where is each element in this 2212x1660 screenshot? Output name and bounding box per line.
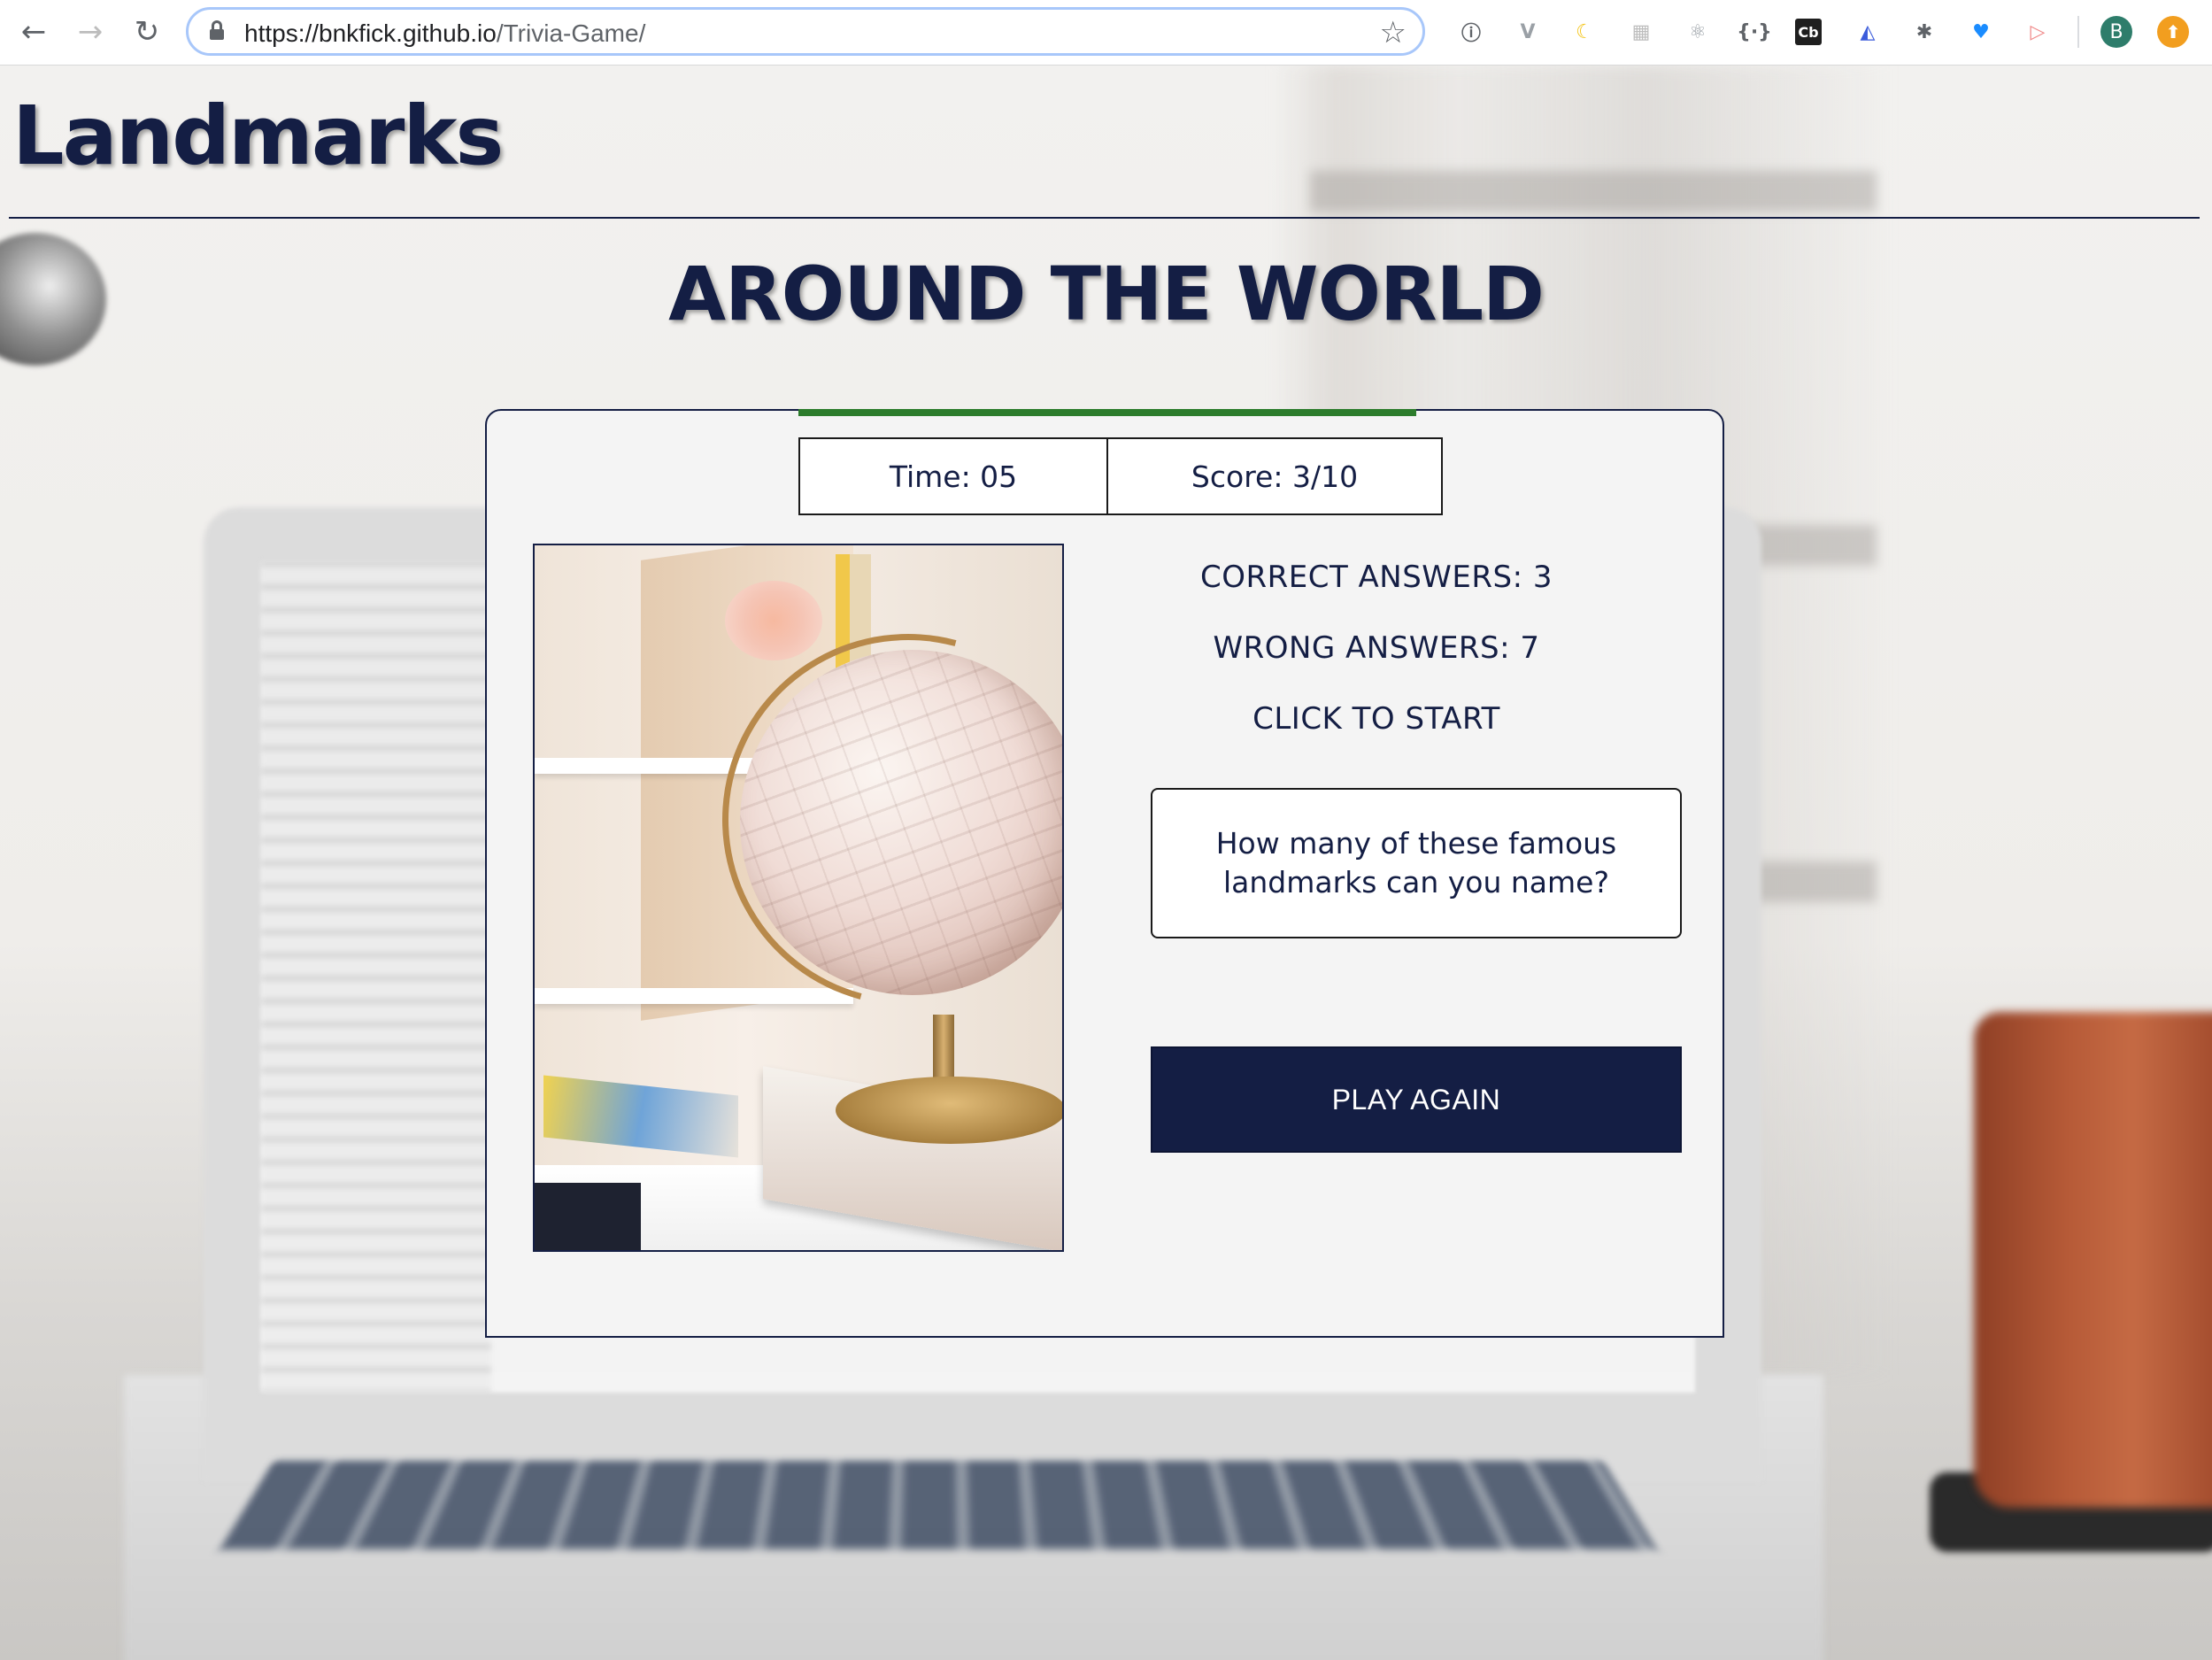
time-display: Time: 05 xyxy=(798,437,1108,515)
vue-devtools-icon[interactable]: V xyxy=(1512,16,1544,48)
header-divider xyxy=(9,217,2200,219)
update-arrow-icon[interactable]: ⬆ xyxy=(2157,16,2189,48)
1password-icon[interactable]: ⓘ xyxy=(1455,16,1487,48)
game-card: Time: 05 Score: 3/10 CORRECT ANSWERS: 3 … xyxy=(485,409,1724,1338)
bug-icon[interactable]: ✱ xyxy=(1908,16,1940,48)
wrong-answers-text: WRONG ANSWERS: 7 xyxy=(1053,630,1699,666)
cb-icon[interactable]: Cb xyxy=(1795,19,1822,45)
bookmark-star-icon[interactable]: ☆ xyxy=(1380,15,1407,50)
profile-avatar[interactable]: B xyxy=(2100,16,2132,48)
json-viewer-icon[interactable]: {·} xyxy=(1738,16,1770,48)
analytics-icon[interactable]: ◭ xyxy=(1852,16,1884,48)
click-to-start-text[interactable]: CLICK TO START xyxy=(1053,701,1699,737)
react-devtools-icon[interactable]: ⚛ xyxy=(1682,16,1714,48)
background-keyboard xyxy=(220,1461,1657,1549)
lock-icon[interactable] xyxy=(210,24,224,40)
score-display: Score: 3/10 xyxy=(1108,437,1443,515)
browser-toolbar: ← → ↻ https://bnkfick.github.io/Trivia-G… xyxy=(0,0,2212,65)
question-box: How many of these famous landmarks can y… xyxy=(1151,788,1682,938)
extension-icon[interactable]: ▦ xyxy=(1625,16,1657,48)
page-subtitle: AROUND THE WORLD xyxy=(0,257,2212,331)
stats-box: Time: 05 Score: 3/10 xyxy=(798,437,1443,515)
vpn-shield-icon[interactable]: ♥ xyxy=(1965,16,1997,48)
url-host: https://bnkfick.github.io xyxy=(244,19,497,47)
timer-progress-fill xyxy=(798,409,1416,416)
correct-answers-text: CORRECT ANSWERS: 3 xyxy=(1053,560,1699,595)
toolbar-divider xyxy=(2077,16,2079,48)
timer-progress-bar xyxy=(798,409,1416,416)
url-path: /Trivia-Game/ xyxy=(497,19,646,47)
cast-icon[interactable]: ▷ xyxy=(2022,16,2054,48)
back-arrow-icon[interactable]: ← xyxy=(12,11,55,53)
forward-arrow-icon[interactable]: → xyxy=(69,11,112,53)
url-text[interactable]: https://bnkfick.github.io/Trivia-Game/ xyxy=(244,19,645,48)
play-again-button[interactable]: PLAY AGAIN xyxy=(1151,1046,1682,1153)
address-bar[interactable]: https://bnkfick.github.io/Trivia-Game/ ☆ xyxy=(186,7,1425,56)
background-mug xyxy=(1974,1012,2212,1508)
reload-icon[interactable]: ↻ xyxy=(126,11,168,53)
site-title: Landmarks xyxy=(12,96,502,177)
globe-photo xyxy=(533,544,1064,1252)
dark-mode-icon[interactable]: ☾ xyxy=(1568,16,1600,48)
